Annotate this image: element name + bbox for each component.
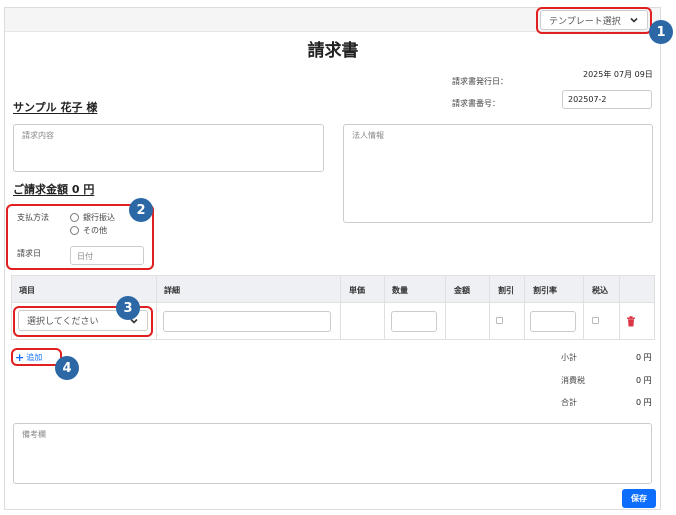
detail-input[interactable] xyxy=(163,311,331,332)
tax-included-checkbox[interactable] xyxy=(592,317,599,324)
col-item: 項目 xyxy=(19,285,35,295)
subtotal-value: 0 円 xyxy=(636,353,652,362)
add-row-label: 追加 xyxy=(26,353,43,362)
page-title: 請求書 xyxy=(307,41,359,61)
divider xyxy=(445,276,446,304)
badge-4: 4 xyxy=(55,356,79,380)
trash-icon[interactable] xyxy=(626,316,636,327)
divider xyxy=(489,303,490,339)
payment-option-other[interactable]: その他 xyxy=(70,225,107,236)
notes-textarea[interactable]: 備考欄 xyxy=(13,423,652,484)
col-unit-price: 単価 xyxy=(349,285,365,295)
divider xyxy=(524,276,525,304)
divider xyxy=(524,303,525,339)
tax-label: 消費税 xyxy=(561,376,585,385)
discount-checkbox[interactable] xyxy=(496,317,503,324)
col-discount-rate: 割引率 xyxy=(533,285,557,295)
divider xyxy=(156,276,157,304)
corporate-info-textarea[interactable]: 法人情報 xyxy=(343,124,653,223)
col-detail: 詳細 xyxy=(164,285,180,295)
callout-template-select xyxy=(536,7,652,34)
col-discount: 割引 xyxy=(498,285,514,295)
invoice-content-placeholder: 請求内容 xyxy=(22,131,54,140)
discount-rate-input[interactable] xyxy=(530,311,576,332)
col-quantity: 数量 xyxy=(392,285,408,295)
radio-icon xyxy=(70,213,79,222)
add-row-button[interactable]: + 追加 xyxy=(15,351,42,364)
divider xyxy=(583,303,584,339)
issue-date-value: 2025年 07月 09日 xyxy=(583,70,653,79)
divider xyxy=(445,303,446,339)
tax-value: 0 円 xyxy=(636,376,652,385)
quantity-input[interactable] xyxy=(391,311,437,332)
divider xyxy=(384,276,385,304)
issue-date-label: 請求書発行日： xyxy=(452,77,508,86)
invoice-date-label: 請求日 xyxy=(17,249,41,258)
divider xyxy=(340,276,341,304)
divider xyxy=(489,276,490,304)
payment-option-bank-label: 銀行振込 xyxy=(83,213,115,222)
col-amount: 金額 xyxy=(454,285,470,295)
divider xyxy=(156,303,157,339)
badge-3: 3 xyxy=(116,296,140,320)
total-label: 合計 xyxy=(561,398,577,407)
payment-method-label: 支払方法 xyxy=(17,213,49,222)
divider xyxy=(619,276,620,304)
invoice-number-input[interactable]: 202507-2 xyxy=(562,90,652,109)
divider xyxy=(340,303,341,339)
col-tax-included: 税込 xyxy=(592,285,608,295)
divider xyxy=(583,276,584,304)
radio-icon xyxy=(70,226,79,235)
corporate-info-placeholder: 法人情報 xyxy=(352,131,384,140)
items-table-header: 項目 詳細 単価 数量 金額 割引 割引率 税込 xyxy=(11,275,655,304)
invoice-number-label: 請求書番号： xyxy=(452,99,500,108)
total-value: 0 円 xyxy=(636,398,652,407)
invoice-content-textarea[interactable]: 請求内容 xyxy=(13,124,324,172)
divider xyxy=(384,303,385,339)
payment-option-bank[interactable]: 銀行振込 xyxy=(70,212,115,223)
invoice-date-placeholder: 日付 xyxy=(77,252,93,261)
amount-due: ご請求金額 0 円 xyxy=(13,183,95,196)
divider xyxy=(619,303,620,339)
badge-2: 2 xyxy=(129,198,153,222)
payment-option-other-label: その他 xyxy=(83,226,107,235)
invoice-date-input[interactable]: 日付 xyxy=(70,246,144,265)
subtotal-label: 小計 xyxy=(561,353,577,362)
client-name: サンプル 花子 様 xyxy=(13,101,98,114)
save-button[interactable]: 保存 xyxy=(622,489,656,508)
notes-placeholder: 備考欄 xyxy=(22,430,46,439)
plus-icon: + xyxy=(15,351,25,364)
